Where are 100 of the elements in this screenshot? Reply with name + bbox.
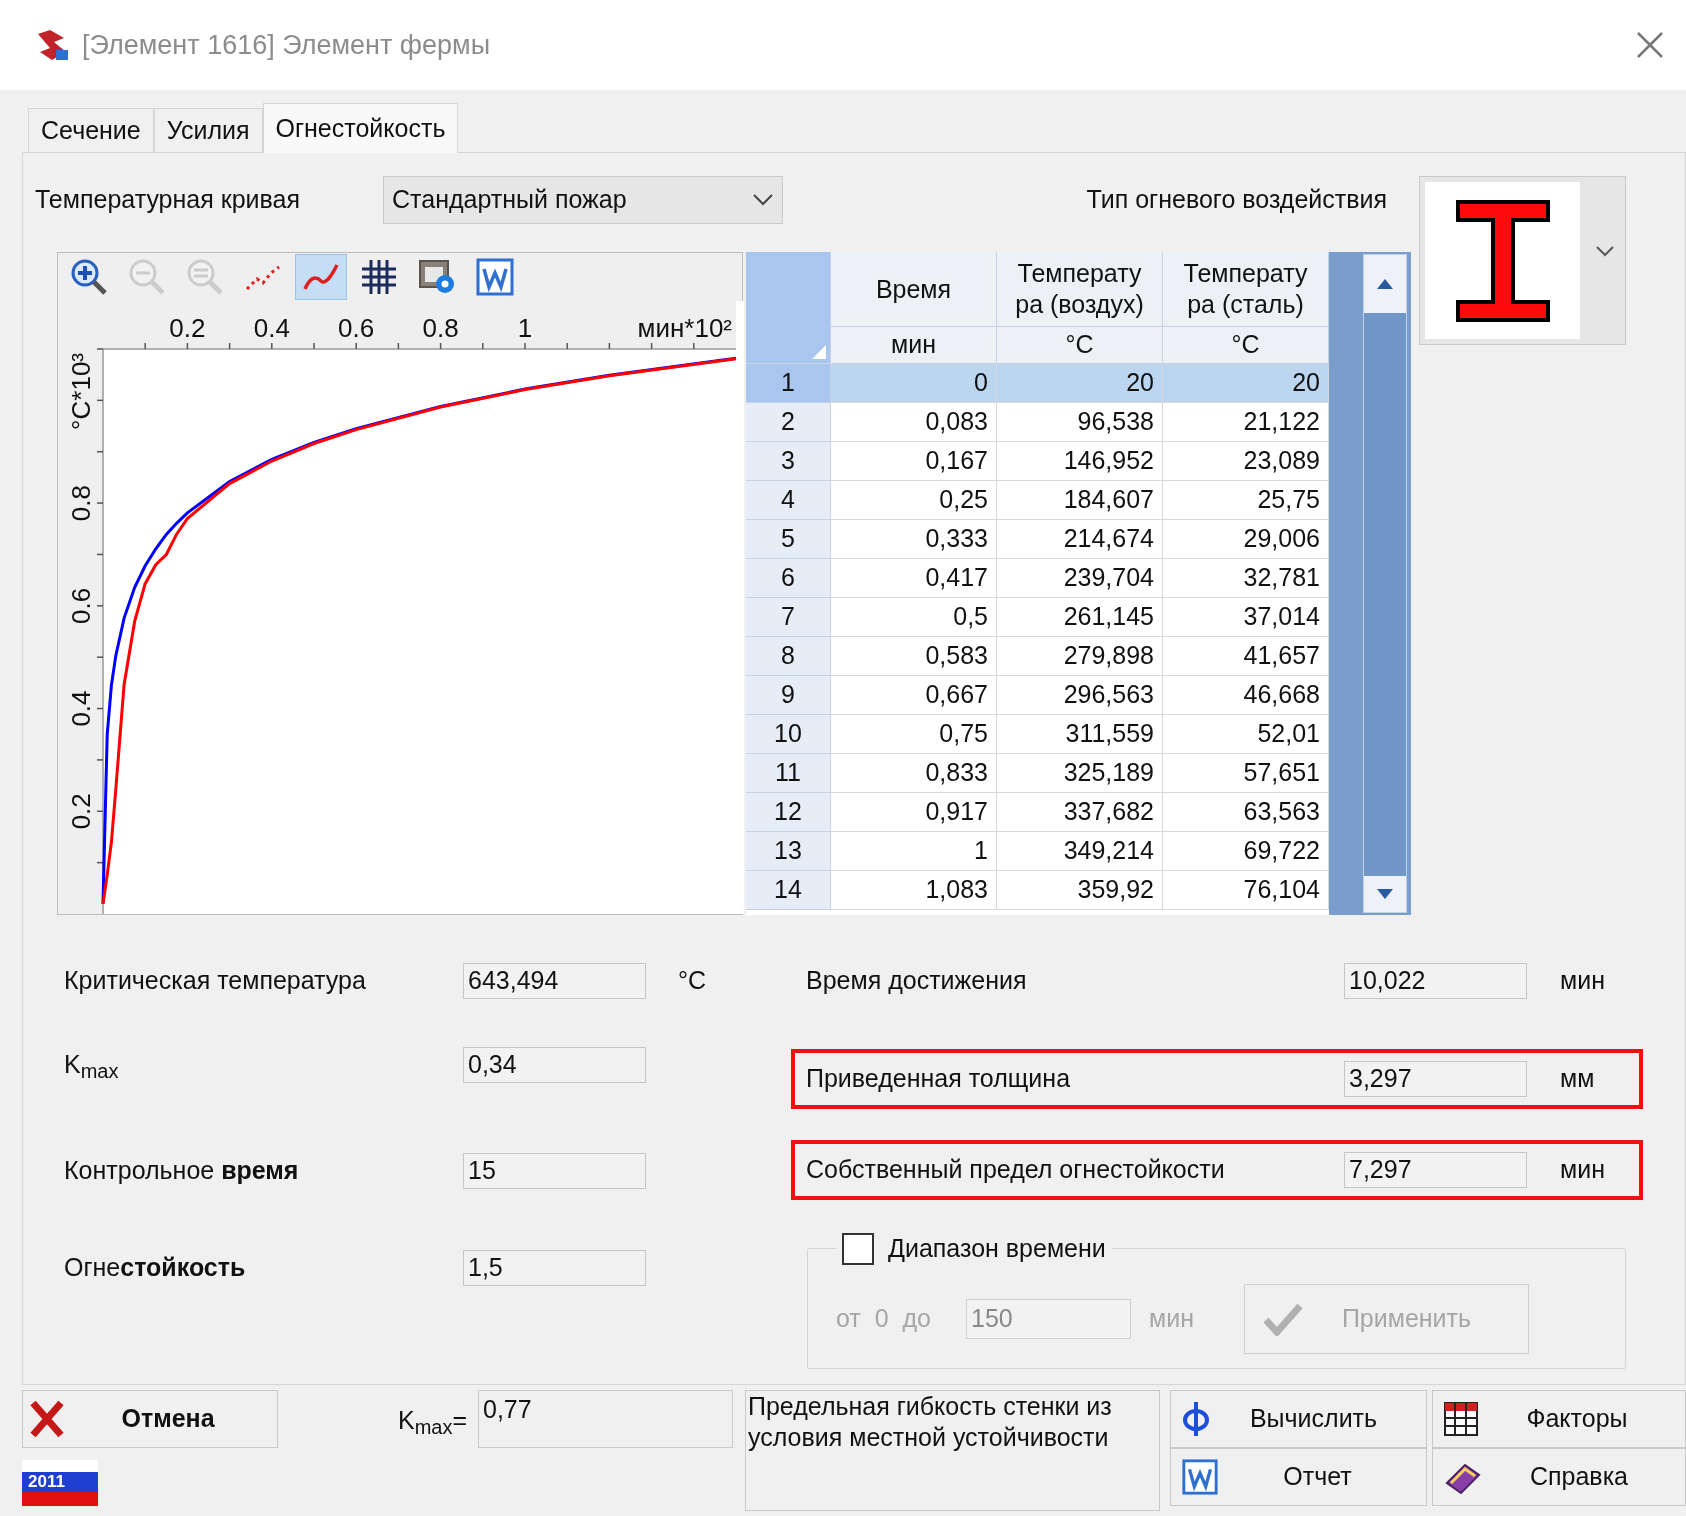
row-number: 6 — [746, 559, 831, 598]
table-row[interactable]: 3 0,167 146,952 23,089 — [746, 442, 1329, 481]
row-number: 13 — [746, 832, 831, 871]
phi-icon — [1181, 1400, 1211, 1438]
i-beam-icon — [1454, 198, 1551, 323]
up-arrow-icon[interactable] — [1376, 278, 1394, 290]
tick-label: 1 — [517, 313, 533, 343]
column-header[interactable]: Температу ра (воздух) — [997, 252, 1163, 327]
table-row[interactable]: 8 0,583 279,898 41,657 — [746, 637, 1329, 676]
field-label: Время достижения — [806, 965, 1028, 997]
tick-label: 0.4 — [253, 313, 290, 343]
scrollbar[interactable] — [1363, 254, 1407, 913]
value-field[interactable]: 3,297 — [1344, 1061, 1527, 1097]
window-title: [Элемент 1616] Элемент фермы — [82, 28, 491, 62]
table-row[interactable]: 13 1 349,214 69,722 — [746, 832, 1329, 871]
row-number: 4 — [746, 481, 831, 520]
tick-label: 0.8 — [66, 485, 96, 522]
field-label: K$_{max}$= — [398, 1405, 469, 1440]
unit-label: мин — [1560, 965, 1605, 997]
section-preview[interactable] — [1425, 182, 1580, 339]
document-w-icon — [475, 257, 515, 297]
table-row[interactable]: 4 0,25 184,607 25,75 — [746, 481, 1329, 520]
zoom-reset-icon — [185, 257, 225, 297]
down-arrow-icon[interactable] — [1376, 888, 1394, 900]
field-label: Собственный предел огнестойкости — [806, 1154, 1226, 1186]
flag-badge: 2011 — [22, 1460, 98, 1506]
value-field[interactable]: 0,34 — [463, 1047, 646, 1083]
tab[interactable]: Сечение — [28, 108, 154, 152]
tab[interactable]: Усилия — [153, 108, 263, 152]
field-label: Температурная кривая — [35, 184, 301, 216]
tick-label: 0.6 — [66, 587, 96, 624]
tick-label: 0.2 — [169, 313, 206, 343]
value-field[interactable]: 1,5 — [463, 1250, 646, 1286]
unit-header: мин — [831, 327, 997, 364]
field-label: Огнестойкость — [64, 1252, 247, 1284]
row-number: 3 — [746, 442, 831, 481]
column-header[interactable]: Температу ра (сталь) — [1163, 252, 1329, 327]
table-cell: 1,083 — [831, 871, 997, 910]
axis-label: °C*10³ — [66, 353, 96, 430]
row-number: 11 — [746, 754, 831, 793]
field-label: Контрольное время — [64, 1155, 300, 1187]
value-field[interactable]: 10,022 — [1344, 963, 1527, 999]
value-field[interactable]: 0,77 — [478, 1390, 733, 1448]
document-w-icon — [1181, 1458, 1219, 1496]
table-cell: 359,92 — [997, 871, 1163, 910]
value-field[interactable]: 643,494 — [463, 963, 646, 999]
table-cell: 76,104 — [1163, 871, 1329, 910]
close-icon[interactable] — [1636, 31, 1664, 59]
action-button[interactable]: Вычислить — [1170, 1390, 1427, 1448]
table-row[interactable]: 7 0,5 261,145 37,014 — [746, 598, 1329, 637]
table-row[interactable]: 9 0,667 296,563 46,668 — [746, 676, 1329, 715]
value-field[interactable]: 7,297 — [1344, 1152, 1527, 1188]
row-number: 9 — [746, 676, 831, 715]
axis-label: мин*10² — [637, 313, 732, 343]
note-text: Предельная гибкость стенки из условия местной устойчивости — [748, 1391, 1113, 1453]
unit-label: мин — [1560, 1154, 1605, 1186]
value-field[interactable]: 15 — [463, 1153, 646, 1189]
grid-icon — [359, 257, 399, 297]
tick-label: 0.6 — [338, 313, 375, 343]
column-header[interactable]: Время — [831, 252, 997, 327]
field-label: Критическая температура — [64, 965, 367, 997]
table-icon — [1443, 1401, 1479, 1437]
table-row[interactable]: 1 0 20 20 — [746, 364, 1329, 403]
field-label: K$_{max}$ — [64, 1049, 120, 1084]
corner-triangle-icon — [812, 345, 826, 359]
table-row[interactable]: 6 0,417 239,704 32,781 — [746, 559, 1329, 598]
field-label: Тип огневого воздействия — [1086, 184, 1387, 216]
table-row[interactable]: 2 0,083 96,538 21,122 — [746, 403, 1329, 442]
table-row[interactable]: 14 1,083 359,92 76,104 — [746, 871, 1329, 910]
unit-label: мм — [1560, 1063, 1595, 1095]
unit-label: мин — [1149, 1302, 1194, 1334]
zoom-out-icon — [127, 257, 167, 297]
row-number: 10 — [746, 715, 831, 754]
checkbox-label: Диапазон времени — [888, 1233, 1106, 1264]
field-label: Приведенная толщина — [806, 1063, 1072, 1095]
action-button[interactable]: Справка — [1432, 1448, 1686, 1506]
range-label: от 0 до — [836, 1302, 932, 1334]
curve-dropdown[interactable]: Стандартный пожар — [383, 176, 783, 224]
zoom-in-icon — [69, 257, 109, 297]
chevron-down-icon — [752, 193, 774, 207]
tick-label: 0.8 — [422, 313, 459, 343]
table-row[interactable]: 10 0,75 311,559 52,01 — [746, 715, 1329, 754]
tick-label: 0.4 — [66, 690, 96, 727]
row-number: 1 — [746, 364, 831, 403]
table-row[interactable]: 5 0,333 214,674 29,006 — [746, 520, 1329, 559]
row-number: 7 — [746, 598, 831, 637]
cancel-button[interactable]: Отмена — [22, 1390, 278, 1448]
row-number: 2 — [746, 403, 831, 442]
tick-label: 0.2 — [66, 793, 96, 830]
action-button[interactable]: Факторы — [1432, 1390, 1686, 1448]
tab[interactable]: Огнестойкость — [262, 103, 459, 153]
chevron-down-icon[interactable] — [1595, 245, 1615, 257]
row-number: 12 — [746, 793, 831, 832]
table-row[interactable]: 11 0,833 325,189 57,651 — [746, 754, 1329, 793]
table-row[interactable]: 12 0,917 337,682 63,563 — [746, 793, 1329, 832]
unit-header: °C — [997, 327, 1163, 364]
action-button[interactable]: Отчет — [1170, 1448, 1427, 1506]
unit-label: °C — [678, 965, 707, 997]
corner-cell[interactable] — [746, 252, 831, 364]
unit-header: °C — [1163, 327, 1329, 364]
